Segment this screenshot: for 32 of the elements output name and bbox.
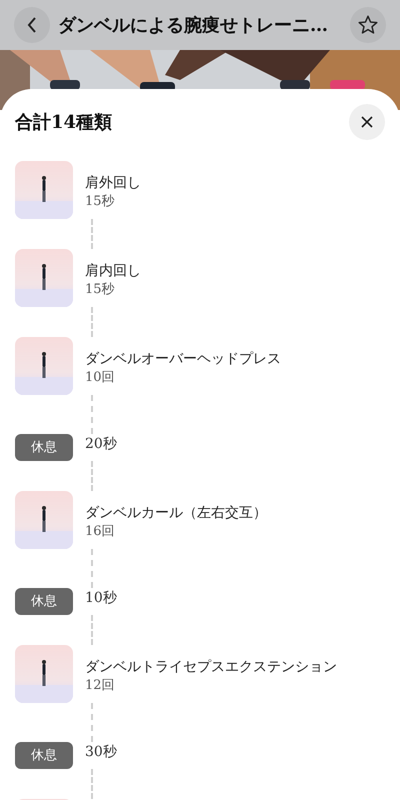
connector-line (91, 395, 93, 434)
exercise-amount: 16回 (85, 523, 116, 541)
rest-badge: 休息 (15, 742, 73, 769)
close-button[interactable] (349, 104, 385, 140)
connector-line (91, 769, 93, 799)
exercise-name: ダンベルオーバーヘッドプレス (85, 350, 281, 369)
exercise-amount: 10回 (85, 369, 116, 387)
rest-duration: 30秒 (85, 743, 117, 762)
back-icon (27, 17, 37, 33)
exercise-amount: 15秒 (85, 193, 116, 211)
exercise-amount: 12回 (85, 677, 116, 695)
favorite-button[interactable] (350, 7, 386, 43)
connector-line (91, 307, 93, 337)
exercise-name: 肩内回し (85, 262, 141, 281)
back-button[interactable] (14, 7, 50, 43)
rest-badge: 休息 (15, 588, 73, 615)
close-icon (361, 116, 373, 128)
rest-duration: 20秒 (85, 435, 117, 454)
connector-line (91, 461, 93, 491)
exercise-name: ダンベルトライセプスエクステンション (85, 658, 337, 677)
connector-line (91, 615, 93, 645)
page-title: ダンベルによる腕痩せトレーニ… (58, 14, 329, 38)
exercise-amount: 15秒 (85, 281, 116, 299)
connector-line (91, 219, 93, 249)
rest-badge: 休息 (15, 434, 73, 461)
sheet-title: 合計14種類 (15, 110, 112, 134)
star-icon (357, 14, 379, 36)
connector-line (91, 703, 93, 742)
exercise-name: ダンベルカール（左右交互） (85, 504, 267, 523)
exercise-name: 肩外回し (85, 174, 141, 193)
rest-duration: 10秒 (85, 589, 117, 608)
connector-line (91, 549, 93, 588)
